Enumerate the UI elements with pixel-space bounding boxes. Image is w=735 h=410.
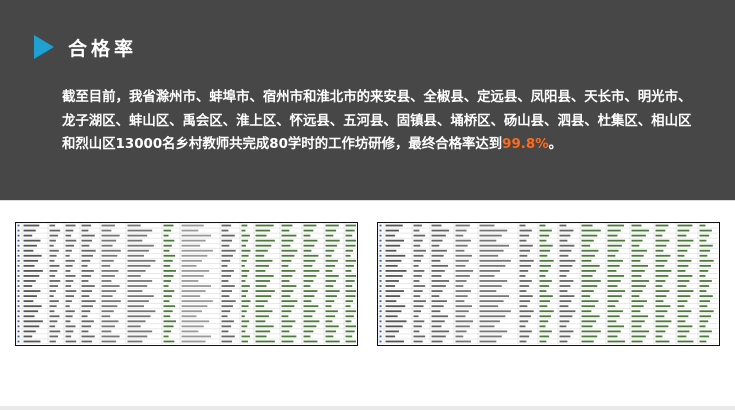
summary-end: 。 (548, 137, 563, 152)
right-roster-image (378, 223, 718, 344)
summary-text: 截至目前，我省滁州市、蚌埠市、宿州市和淮北市的来安县、全椒县、定远县、凤阳县、天… (62, 90, 692, 152)
divider (0, 200, 735, 201)
bottom-bar (0, 406, 735, 410)
header-panel: 合格率 截至目前，我省滁州市、蚌埠市、宿州市和淮北市的来安县、全椒县、定远县、凤… (0, 0, 735, 200)
section-title: 合格率 (68, 37, 138, 60)
left-roster-image (16, 223, 356, 344)
summary-paragraph: 截至目前，我省滁州市、蚌埠市、宿州市和淮北市的来安县、全椒县、定远县、凤阳县、天… (62, 86, 692, 157)
left-roster-sheet (15, 222, 358, 346)
section-heading: 合格率 (34, 33, 137, 61)
pass-rate-value: 99.8% (502, 137, 549, 152)
right-roster-sheet (377, 222, 720, 346)
play-triangle-icon (34, 35, 54, 59)
